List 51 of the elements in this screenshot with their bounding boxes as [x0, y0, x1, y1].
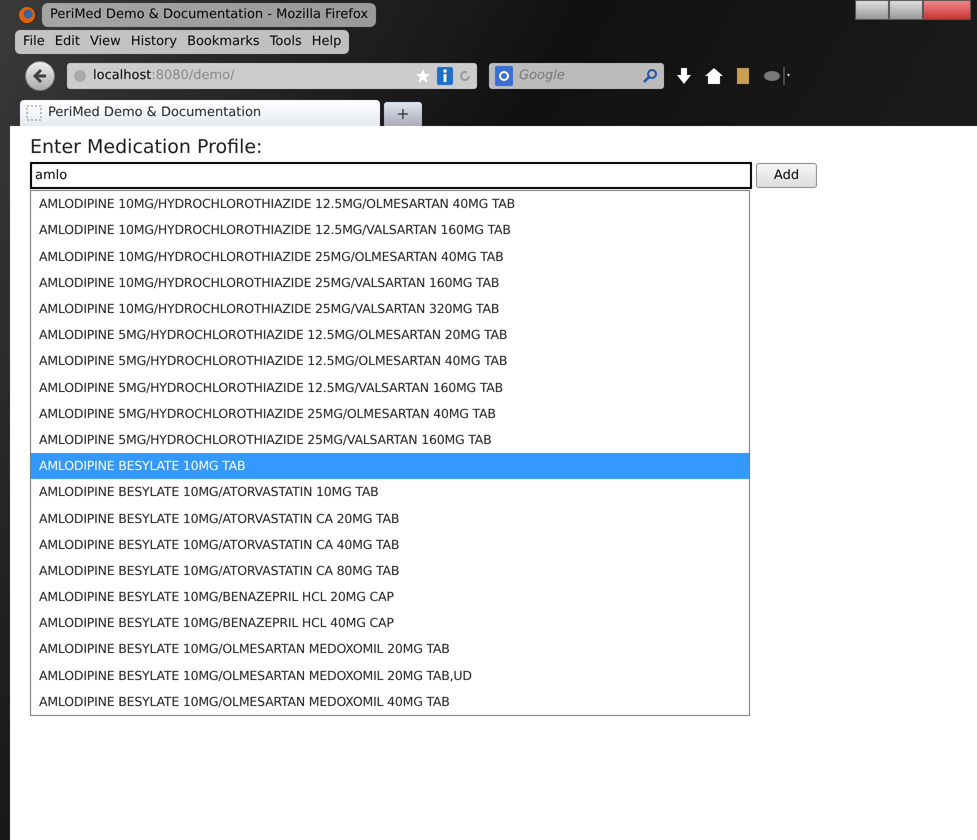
- new-tab-button[interactable]: +: [384, 102, 422, 126]
- url-text: localhost:8080/demo/: [93, 66, 234, 85]
- menu-item[interactable]: View: [86, 32, 125, 52]
- suggestion-item[interactable]: AMLODIPINE 5MG/HYDROCHLOROTHIAZIDE 12.5MG/VALSARTAN 160MG TAB: [31, 374, 749, 401]
- menu-item[interactable]: Bookmarks: [183, 32, 264, 52]
- medication-input[interactable]: amlo: [30, 162, 752, 190]
- suggestion-item[interactable]: AMLODIPINE BESYLATE 10MG/BENAZEPRIL HCL 40MG CAP: [31, 610, 749, 636]
- back-arrow-icon: [32, 68, 48, 84]
- suggestion-item[interactable]: AMLODIPINE BESYLATE 10MG/OLMESARTAN MEDOXOMIL 20MG TAB,UD: [31, 662, 749, 689]
- page-heading: Enter Medication Profile:: [30, 136, 264, 158]
- info-icon[interactable]: [437, 66, 453, 84]
- suggestion-item[interactable]: AMLODIPINE BESYLATE 10MG/OLMESARTAN MEDOXOMIL 20MG TAB: [31, 636, 749, 663]
- suggestion-item[interactable]: AMLODIPINE 10MG/HYDROCHLOROTHIAZIDE 25MG/VALSARTAN 160MG TAB: [31, 270, 749, 296]
- window-title: PeriMed Demo & Documentation - Mozilla Firefox: [42, 3, 376, 27]
- search-icon[interactable]: [642, 68, 658, 84]
- menu-item[interactable]: Help: [308, 32, 346, 52]
- suggestion-item[interactable]: AMLODIPINE BESYLATE 10MG/ATORVASTATIN CA 40MG TAB: [31, 532, 749, 558]
- page-icon: [26, 104, 42, 120]
- download-icon[interactable]: [676, 66, 692, 84]
- star-icon[interactable]: [415, 68, 431, 84]
- suggestion-item[interactable]: AMLODIPINE 10MG/HYDROCHLOROTHIAZIDE 25MG/OLMESARTAN 40MG TAB: [31, 244, 749, 270]
- tab-label: PeriMed Demo & Documentation: [48, 104, 262, 122]
- suggestion-item[interactable]: AMLODIPINE BESYLATE 10MG/ATORVASTATIN CA 80MG TAB: [31, 558, 749, 584]
- browser-logo-icon: [18, 6, 36, 24]
- menu-item[interactable]: History: [126, 32, 182, 52]
- suggestion-item[interactable]: AMLODIPINE BESYLATE 10MG/OLMESARTAN MEDOXOMIL 40MG TAB: [31, 688, 749, 716]
- suggestion-item[interactable]: AMLODIPINE BESYLATE 10MG/ATORVASTATIN 10MG TAB: [31, 479, 749, 506]
- close-button[interactable]: [923, 0, 971, 20]
- suggestion-item[interactable]: AMLODIPINE 5MG/HYDROCHLOROTHIAZIDE 12.5MG/OLMESARTAN 20MG TAB: [31, 322, 749, 348]
- home-icon[interactable]: [704, 66, 724, 84]
- maximize-button[interactable]: [889, 0, 923, 20]
- minimize-button[interactable]: [855, 0, 889, 20]
- menu-item[interactable]: Edit: [50, 32, 84, 52]
- browser-tab[interactable]: PeriMed Demo & Documentation: [20, 100, 380, 126]
- suggestion-item[interactable]: AMLODIPINE 10MG/HYDROCHLOROTHIAZIDE 25MG/VALSARTAN 320MG TAB: [31, 296, 749, 322]
- bookmark-icon[interactable]: [736, 66, 750, 84]
- suggestion-item[interactable]: AMLODIPINE BESYLATE 10MG/ATORVASTATIN CA 20MG TAB: [31, 506, 749, 532]
- suggestion-item[interactable]: AMLODIPINE 5MG/HYDROCHLOROTHIAZIDE 25MG/VALSARTAN 160MG TAB: [31, 426, 749, 454]
- address-bar[interactable]: localhost:8080/demo/: [67, 62, 477, 88]
- search-engine-icon[interactable]: [495, 66, 513, 86]
- menu-item[interactable]: Tools: [266, 32, 306, 52]
- suggestion-item[interactable]: AMLODIPINE 5MG/HYDROCHLOROTHIAZIDE 25MG/OLMESARTAN 40MG TAB: [31, 400, 749, 427]
- back-button[interactable]: [25, 60, 55, 90]
- search-placeholder: Google: [519, 66, 565, 85]
- suggestion-item[interactable]: AMLODIPINE 5MG/HYDROCHLOROTHIAZIDE 12.5MG/OLMESARTAN 40MG TAB: [31, 348, 749, 375]
- suggestion-item[interactable]: AMLODIPINE BESYLATE 10MG/BENAZEPRIL HCL 20MG CAP: [31, 584, 749, 610]
- suggestion-item[interactable]: AMLODIPINE 10MG/HYDROCHLOROTHIAZIDE 12.5MG/VALSARTAN 160MG TAB: [31, 217, 749, 244]
- add-button[interactable]: Add: [756, 163, 817, 188]
- menu-item[interactable]: File: [19, 32, 49, 52]
- addon-icon[interactable]: [762, 66, 792, 84]
- suggestion-item[interactable]: AMLODIPINE 10MG/HYDROCHLOROTHIAZIDE 12.5MG/OLMESARTAN 40MG TAB: [31, 191, 749, 218]
